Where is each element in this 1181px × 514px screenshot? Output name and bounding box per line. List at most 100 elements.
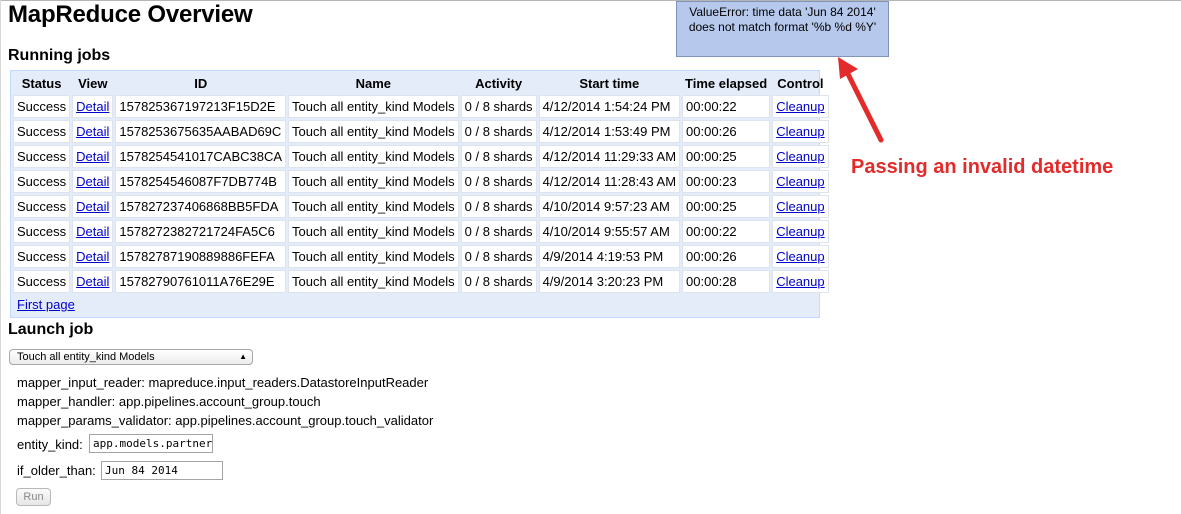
launch-job-heading: Launch job [8,321,94,338]
job-name: Touch all entity_kind Models [288,95,459,118]
job-start-time: 4/9/2014 4:19:53 PM [538,245,681,268]
table-row: Success Detail 157827237406868BB5FDA Tou… [13,195,829,218]
job-name: Touch all entity_kind Models [288,220,459,243]
job-name: Touch all entity_kind Models [288,145,459,168]
table-row: Success Detail 1578253675635AABAD69C Tou… [13,120,829,143]
job-name: Touch all entity_kind Models [288,245,459,268]
table-row: Success Detail 15782787190889886FEFA Tou… [13,245,829,268]
job-time-elapsed: 00:00:26 [682,120,771,143]
column-header-name: Name [355,75,392,91]
mapper-params-validator-text: mapper_params_validator: app.pipelines.a… [17,413,434,428]
running-jobs-table: Status View ID Name Activity Start time … [11,71,831,295]
running-jobs-panel: Status View ID Name Activity Start time … [10,70,829,318]
run-button[interactable]: Run [16,488,51,506]
job-id: 15782790761011A76E29E [115,270,287,293]
column-header-id: ID [194,75,208,91]
column-header-start-time: Start time [579,75,640,91]
job-time-elapsed: 00:00:26 [682,245,771,268]
job-id: 1578254541017CABC38CA [115,145,287,168]
cleanup-link[interactable]: Cleanup [776,124,824,139]
table-row: Success Detail 1578253671972​13F15D2E To… [13,95,829,118]
cleanup-link[interactable]: Cleanup [776,99,824,114]
job-start-time: 4/10/2014 9:57:23 AM [538,195,681,218]
job-activity: 0 / 8 shards [460,195,537,218]
job-activity: 0 / 8 shards [460,145,537,168]
cleanup-link[interactable]: Cleanup [776,149,824,164]
table-row: Success Detail 1578254541017CABC38CA Tou… [13,145,829,168]
first-page-link[interactable]: First page [11,295,819,317]
cleanup-link[interactable]: Cleanup [776,224,824,239]
job-time-elapsed: 00:00:28 [682,270,771,293]
detail-link[interactable]: Detail [76,124,109,139]
job-status: Success [13,195,71,218]
entity-kind-label: entity_kind: [17,437,83,452]
job-id: 1578254546087F7DB774B [115,170,287,193]
job-activity: 0 / 8 shards [460,170,537,193]
job-start-time: 4/9/2014 3:20:23 PM [538,270,681,293]
select-arrows-icon: ▲ [239,352,247,361]
if-older-than-label: if_older_than: [17,463,96,478]
detail-link[interactable]: Detail [76,274,109,289]
column-header-activity: Activity [475,75,523,91]
job-status: Success [13,220,71,243]
job-type-select[interactable]: Touch all entity_kind Models ▲ [9,349,253,365]
mapper-handler-text: mapper_handler: app.pipelines.account_gr… [17,394,321,409]
job-id: 1578253675635AABAD69C [115,120,287,143]
cleanup-link[interactable]: Cleanup [776,199,824,214]
job-status: Success [13,145,71,168]
detail-link[interactable]: Detail [76,149,109,164]
job-name: Touch all entity_kind Models [288,170,459,193]
job-status: Success [13,95,71,118]
job-start-time: 4/12/2014 11:28:43 AM [538,170,681,193]
column-header-view: View [78,75,108,91]
job-id: 157827237406868BB5FDA [115,195,287,218]
running-jobs-heading: Running jobs [8,47,111,64]
job-time-elapsed: 00:00:25 [682,195,771,218]
job-activity: 0 / 8 shards [460,120,537,143]
entity-kind-input[interactable]: app.models.partner.Pa [89,434,213,453]
if-older-than-input[interactable]: Jun 84 2014 [101,461,223,480]
table-header-row: Status View ID Name Activity Start time … [13,73,829,93]
job-activity: 0 / 8 shards [460,220,537,243]
job-name: Touch all entity_kind Models [288,195,459,218]
job-activity: 0 / 8 shards [460,245,537,268]
page-title: MapReduce Overview [8,1,253,28]
table-row: Success Detail 1578254546087F7DB774B Tou… [13,170,829,193]
window-left-border [0,0,1,514]
job-status: Success [13,245,71,268]
column-header-status: Status [21,75,62,91]
job-type-selected-value: Touch all entity_kind Models [17,351,155,363]
job-status: Success [13,170,71,193]
job-name: Touch all entity_kind Models [288,270,459,293]
cleanup-link[interactable]: Cleanup [776,274,824,289]
job-id: 157827238272172​4FA5C6 [115,220,287,243]
detail-link[interactable]: Detail [76,199,109,214]
job-status: Success [13,270,71,293]
job-time-elapsed: 00:00:22 [682,95,771,118]
job-start-time: 4/10/2014 9:55:57 AM [538,220,681,243]
detail-link[interactable]: Detail [76,174,109,189]
detail-link[interactable]: Detail [76,224,109,239]
job-time-elapsed: 00:00:22 [682,220,771,243]
job-activity: 0 / 8 shards [460,270,537,293]
table-row: Success Detail 15782790761011A76E29E Tou… [13,270,829,293]
job-start-time: 4/12/2014 1:54:24 PM [538,95,681,118]
job-id: 15782787190889886FEFA [115,245,287,268]
detail-link[interactable]: Detail [76,99,109,114]
cleanup-link[interactable]: Cleanup [776,249,824,264]
job-time-elapsed: 00:00:25 [682,145,771,168]
job-start-time: 4/12/2014 1:53:49 PM [538,120,681,143]
job-start-time: 4/12/2014 11:29:33 AM [538,145,681,168]
cleanup-link[interactable]: Cleanup [776,174,824,189]
invalid-datetime-annotation: Passing an invalid datetime [851,156,1114,178]
annotation-arrow-icon [838,57,884,143]
job-time-elapsed: 00:00:23 [682,170,771,193]
column-header-time-elapsed: Time elapsed [685,75,768,91]
column-header-control: Control [777,75,824,91]
job-id: 1578253671972​13F15D2E [115,95,287,118]
error-tooltip: ValueError: time data 'Jun 84 2014' does… [676,1,889,57]
mapper-input-reader-text: mapper_input_reader: mapreduce.input_rea… [17,375,429,390]
table-row: Success Detail 157827238272172​4FA5C6 To… [13,220,829,243]
job-activity: 0 / 8 shards [460,95,537,118]
detail-link[interactable]: Detail [76,249,109,264]
